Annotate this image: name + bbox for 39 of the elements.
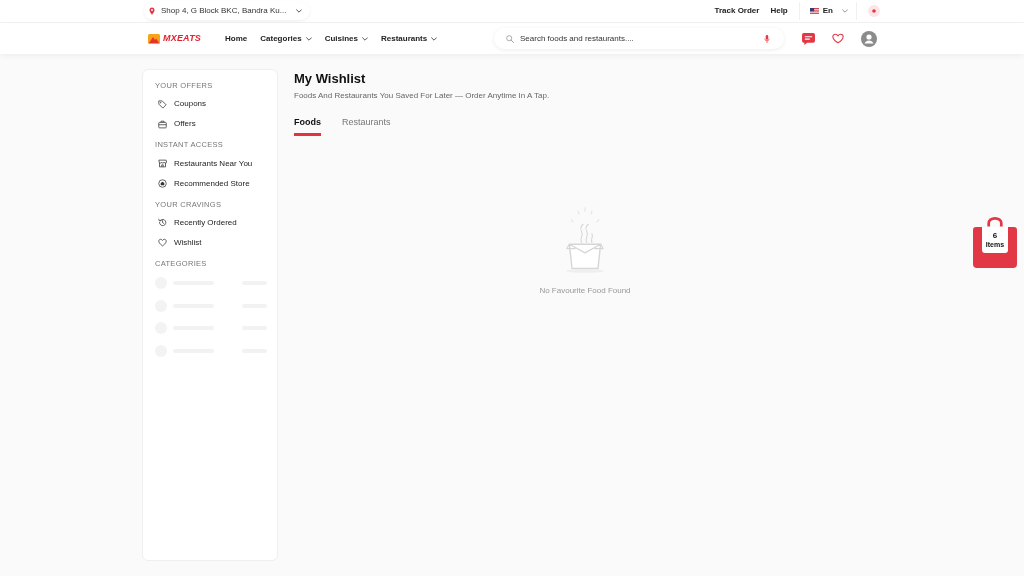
sidebar-item[interactable]: Restaurants Near You: [153, 153, 267, 174]
bag-handle-icon: [986, 217, 1004, 227]
status-dot-icon[interactable]: [868, 5, 880, 17]
search-icon: [506, 34, 514, 43]
nav-link[interactable]: Categories: [260, 32, 312, 45]
flag-icon: [809, 8, 819, 14]
search-input[interactable]: Search foods and restaurants....: [520, 32, 758, 45]
history-icon: [158, 218, 167, 228]
user-avatar-icon[interactable]: [861, 30, 877, 47]
storefront-icon: [158, 159, 167, 168]
location-pin-icon: [149, 7, 155, 15]
sidebar-item[interactable]: Recommended Store: [153, 173, 267, 194]
chat-icon[interactable]: [802, 32, 815, 45]
sidebar-item[interactable]: Offers: [153, 114, 267, 135]
logo-icon: [148, 33, 160, 44]
tab[interactable]: Restaurants: [342, 116, 391, 136]
sidebar-item[interactable]: Coupons: [153, 94, 267, 115]
tab[interactable]: Foods: [294, 116, 321, 136]
top-link[interactable]: Track Order: [714, 5, 760, 17]
page-title: My Wishlist: [294, 71, 367, 87]
brand-logo[interactable]: MXEATS: [148, 31, 202, 46]
sidebar-item[interactable]: Wishlist: [153, 232, 267, 253]
nav-link[interactable]: Home: [225, 32, 248, 45]
location-selector[interactable]: Shop 4, G Block BKC, Bandra Ku...: [144, 2, 311, 20]
empty-state-message: No Favourite Food Found: [539, 284, 631, 297]
heart-icon[interactable]: [832, 33, 844, 44]
caret-icon: [296, 9, 303, 13]
nav-link[interactable]: Cuisines: [324, 32, 368, 45]
nav-link[interactable]: Restaurants: [381, 32, 438, 45]
top-link[interactable]: Help: [770, 5, 788, 17]
heart-icon: [158, 238, 167, 248]
tag-icon: [158, 99, 167, 109]
microphone-icon[interactable]: [764, 34, 770, 43]
language-dropdown[interactable]: En: [798, 2, 857, 20]
caret-icon: [842, 9, 848, 13]
page-subtitle: Foods And Restaurants You Saved For Later — Order Anytime In A Tap.: [294, 90, 551, 102]
briefcase-icon: [158, 119, 167, 129]
sidebar-item[interactable]: Recently Ordered: [153, 212, 267, 233]
home-circle-icon: [158, 179, 167, 188]
